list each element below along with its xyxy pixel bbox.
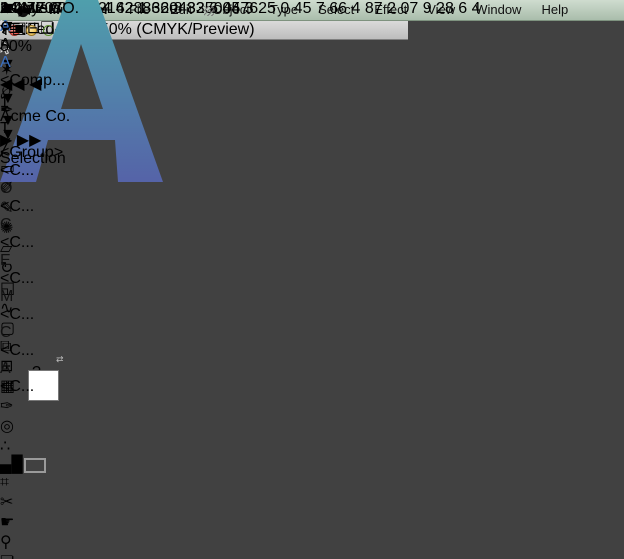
- layer-name: <Group>: [0, 144, 63, 161]
- make-clipping-mask-icon[interactable]: ▣: [12, 20, 27, 37]
- layer-thumbnail: C: [0, 324, 70, 342]
- layer-row-3[interactable]: ▼<Group>: [0, 126, 70, 162]
- vruler-label: 6 4 8: [338, 0, 374, 17]
- symbol-sprayer-tool[interactable]: ∴: [0, 436, 30, 456]
- layer-thumbnail: C: [0, 216, 70, 234]
- vruler-label: 2 8 8: [160, 0, 196, 17]
- disclosure-triangle[interactable]: ▼: [0, 126, 16, 143]
- new-layer-icon[interactable]: ❏: [40, 20, 54, 37]
- menu-item-help[interactable]: Help: [531, 0, 578, 20]
- layer-count: 2 Layers: [0, 0, 61, 18]
- vruler-label: 8 6 4: [445, 0, 481, 17]
- vruler-label: 5 0 4: [267, 0, 303, 17]
- layer-name: <C...: [0, 342, 34, 359]
- disclosure-triangle[interactable]: ▼: [0, 90, 16, 107]
- layers-list: ▼AAA<Comp...▼Acme Co.▼<Group><C...O<C...…: [0, 0, 70, 396]
- vruler-label: 7 2 0: [374, 0, 410, 17]
- layer-name: <C...: [0, 378, 34, 395]
- artboard-tool-glyph: ⌗: [0, 474, 9, 491]
- blend-tool-glyph: ◎: [0, 418, 14, 435]
- layer-name: <C...: [0, 198, 34, 215]
- layer-row-2[interactable]: ▼Acme Co.: [0, 90, 70, 126]
- layer-name: <C...: [0, 234, 34, 251]
- layer-name: <Comp...: [0, 72, 65, 89]
- slice-tool-glyph: ✂: [0, 494, 13, 511]
- layer-name: <C...: [0, 270, 34, 287]
- layer-row-1[interactable]: A<Comp...: [0, 54, 70, 90]
- screen-mode-button[interactable]: [24, 458, 46, 473]
- artboard-tool[interactable]: ⌗: [0, 474, 30, 492]
- layer-row-8[interactable]: M<C...: [0, 288, 70, 324]
- layer-name: Acme Co.: [0, 108, 70, 125]
- symbol-sprayer-tool-glyph: ∴: [0, 438, 10, 455]
- layer-row-7[interactable]: E<C...: [0, 252, 70, 288]
- slice-tool[interactable]: ✂: [0, 492, 30, 512]
- vruler-label: 7 9 2: [409, 0, 445, 17]
- layer-thumbnail: E: [0, 252, 70, 270]
- panel-resize-grip[interactable]: [204, 6, 214, 16]
- illustrator-window: IllustratorFileEditObjectTypeSelectEffec…: [0, 0, 624, 559]
- draw-normal-mode-button[interactable]: ❏: [0, 552, 30, 559]
- layer-row-5[interactable]: O<C...: [0, 180, 70, 216]
- new-sublayer-icon[interactable]: ⊟: [27, 20, 40, 37]
- layer-row-9[interactable]: C<C...: [0, 324, 70, 360]
- blend-tool[interactable]: ◎: [0, 416, 30, 436]
- layer-row-10[interactable]: A<C...: [0, 360, 70, 396]
- layer-name: <C...: [0, 306, 34, 323]
- hand-tool[interactable]: ☛: [0, 512, 30, 532]
- layer-name: A: [0, 36, 11, 53]
- zoom-tool[interactable]: ⚲: [0, 532, 30, 552]
- layer-thumbnail: M: [0, 288, 70, 306]
- locate-object-icon[interactable]: ⚲: [0, 20, 12, 37]
- layer-thumbnail: O: [0, 180, 70, 198]
- layer-name: <C...: [0, 162, 34, 179]
- layers-panel-footer: 2 Layers ⚲▣⊟❏: [0, 0, 61, 38]
- zoom-tool-glyph: ⚲: [0, 534, 12, 551]
- vruler-label: 5 7 6: [303, 0, 339, 17]
- layer-row-6[interactable]: C<C...: [0, 216, 70, 252]
- hand-tool-glyph: ☛: [0, 514, 14, 531]
- vruler-label: 4 3 2: [231, 0, 267, 17]
- layer-thumbnail: A: [0, 360, 70, 378]
- column-graph-tool-glyph: ▄█: [0, 456, 23, 473]
- layer-thumbnail: A: [0, 54, 70, 72]
- layer-row-4[interactable]: <C...: [0, 162, 70, 180]
